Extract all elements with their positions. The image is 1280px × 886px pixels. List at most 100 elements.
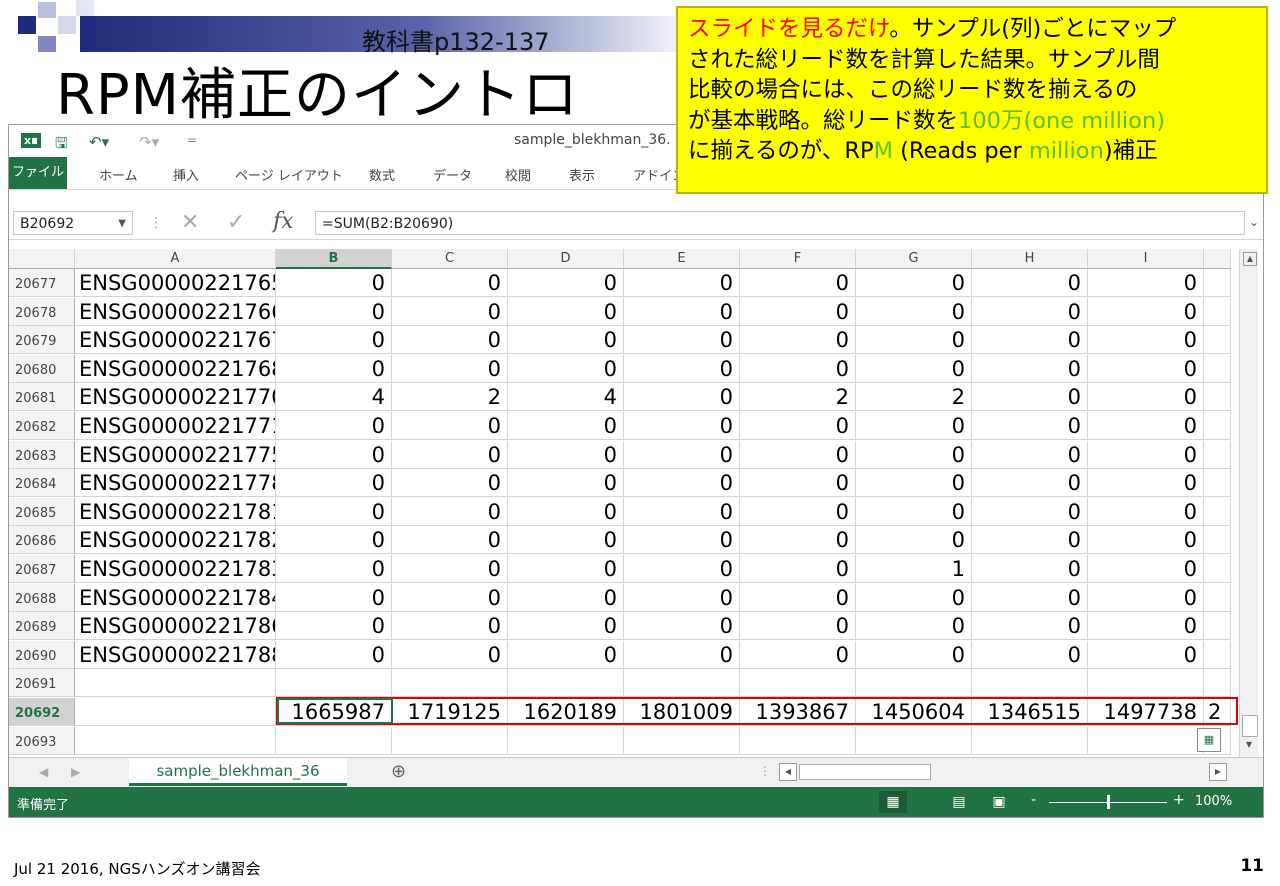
count-cell[interactable]: 0: [856, 354, 972, 383]
count-cell[interactable]: 0: [508, 326, 624, 355]
sheet-next-icon[interactable]: ▶: [71, 765, 80, 779]
vertical-scrollbar[interactable]: ▲ ▼: [1239, 249, 1258, 757]
count-cell[interactable]: 0: [740, 354, 856, 383]
row-header[interactable]: 20684: [9, 469, 75, 498]
count-cell[interactable]: 0: [508, 354, 624, 383]
tab-view[interactable]: 表示: [569, 165, 595, 184]
count-cell[interactable]: 0: [508, 440, 624, 469]
count-cell[interactable]: 0: [1088, 326, 1204, 355]
count-cell[interactable]: [276, 669, 392, 698]
gene-id-cell[interactable]: ENSG00000221788: [75, 640, 276, 669]
scroll-up-icon[interactable]: ▲: [1243, 252, 1257, 266]
count-cell[interactable]: 0: [624, 583, 740, 612]
count-cell[interactable]: 0: [1088, 269, 1204, 297]
count-cell[interactable]: [856, 669, 972, 698]
partial-cell[interactable]: [1204, 269, 1231, 297]
gene-id-cell[interactable]: [75, 726, 276, 755]
select-all-corner[interactable]: [9, 249, 75, 269]
cancel-icon[interactable]: ✕: [181, 210, 199, 235]
column-header-i[interactable]: I: [1088, 249, 1204, 269]
gene-id-cell[interactable]: ENSG00000221783: [75, 555, 276, 583]
count-cell[interactable]: 0: [624, 640, 740, 669]
partial-cell[interactable]: [1204, 440, 1231, 469]
count-cell[interactable]: [1088, 669, 1204, 698]
count-cell[interactable]: 0: [624, 297, 740, 326]
count-cell[interactable]: 1: [856, 555, 972, 583]
count-cell[interactable]: 0: [276, 354, 392, 383]
tab-insert[interactable]: 挿入: [173, 165, 199, 184]
zoom-level[interactable]: 100%: [1195, 794, 1232, 809]
tab-review[interactable]: 校閲: [505, 165, 531, 184]
count-cell[interactable]: 0: [392, 497, 508, 526]
count-cell[interactable]: 0: [508, 497, 624, 526]
count-cell[interactable]: 0: [508, 469, 624, 498]
count-cell[interactable]: 0: [624, 469, 740, 498]
count-cell[interactable]: 0: [856, 583, 972, 612]
count-cell[interactable]: 0: [972, 269, 1088, 297]
count-cell[interactable]: 0: [508, 555, 624, 583]
save-icon[interactable]: 🖫: [55, 133, 68, 158]
count-cell[interactable]: 0: [392, 297, 508, 326]
count-cell[interactable]: 0: [972, 412, 1088, 440]
row-header[interactable]: 20678: [9, 297, 75, 326]
count-cell[interactable]: 0: [392, 326, 508, 355]
count-cell[interactable]: 0: [1088, 497, 1204, 526]
count-cell[interactable]: 0: [392, 612, 508, 641]
gene-id-cell[interactable]: [75, 698, 276, 726]
count-cell[interactable]: 0: [856, 326, 972, 355]
count-cell[interactable]: 0: [276, 297, 392, 326]
count-cell[interactable]: 0: [624, 526, 740, 555]
column-header-a[interactable]: A: [75, 249, 276, 269]
gene-id-cell[interactable]: ENSG00000221767: [75, 326, 276, 355]
sheet-prev-icon[interactable]: ◀: [39, 765, 48, 779]
count-cell[interactable]: 0: [392, 269, 508, 297]
page-layout-view-icon[interactable]: ▤: [945, 791, 973, 813]
partial-cell[interactable]: [1204, 326, 1231, 355]
count-cell[interactable]: 0: [1088, 383, 1204, 412]
row-header[interactable]: 20683: [9, 440, 75, 469]
formula-input[interactable]: =SUM(B2:B20690): [315, 211, 1245, 235]
count-cell[interactable]: [740, 669, 856, 698]
count-cell[interactable]: [972, 669, 1088, 698]
count-cell[interactable]: 4: [508, 383, 624, 412]
count-cell[interactable]: 0: [276, 440, 392, 469]
column-header-e[interactable]: E: [624, 249, 740, 269]
quick-analysis-icon[interactable]: ▦: [1197, 728, 1221, 752]
count-cell[interactable]: 0: [740, 612, 856, 641]
enter-icon[interactable]: ✓: [227, 210, 245, 235]
count-cell[interactable]: 0: [856, 497, 972, 526]
redo-icon[interactable]: ↷▾: [139, 133, 159, 151]
gene-id-cell[interactable]: ENSG00000221784: [75, 583, 276, 612]
count-cell[interactable]: 0: [1088, 555, 1204, 583]
partial-cell[interactable]: [1204, 669, 1231, 698]
row-header[interactable]: 20691: [9, 669, 75, 698]
zoom-out-button[interactable]: -: [1031, 792, 1036, 808]
count-cell[interactable]: 0: [740, 583, 856, 612]
scroll-left-icon[interactable]: ◀: [779, 763, 797, 781]
count-cell[interactable]: 0: [276, 469, 392, 498]
count-cell[interactable]: 0: [972, 640, 1088, 669]
partial-cell[interactable]: [1204, 383, 1231, 412]
count-cell[interactable]: 0: [276, 583, 392, 612]
column-header-b[interactable]: B: [276, 249, 392, 269]
count-cell[interactable]: 0: [972, 612, 1088, 641]
count-cell[interactable]: [508, 726, 624, 755]
count-cell[interactable]: 2: [856, 383, 972, 412]
excel-app-icon[interactable]: x∎: [21, 133, 42, 148]
count-cell[interactable]: 0: [740, 640, 856, 669]
count-cell[interactable]: 0: [392, 526, 508, 555]
tab-data[interactable]: データ: [433, 165, 472, 184]
count-cell[interactable]: 0: [276, 555, 392, 583]
count-cell[interactable]: 0: [740, 440, 856, 469]
count-cell[interactable]: [624, 726, 740, 755]
insert-function-icon[interactable]: fx: [273, 209, 294, 234]
column-header-c[interactable]: C: [392, 249, 508, 269]
count-cell[interactable]: 0: [276, 326, 392, 355]
count-cell[interactable]: 0: [392, 440, 508, 469]
page-break-view-icon[interactable]: ▣: [985, 791, 1013, 813]
count-cell[interactable]: 0: [392, 583, 508, 612]
tab-page-layout[interactable]: ページ レイアウト: [235, 165, 343, 184]
column-header-g[interactable]: G: [856, 249, 972, 269]
count-cell[interactable]: 0: [972, 469, 1088, 498]
tab-formulas[interactable]: 数式: [369, 165, 395, 184]
